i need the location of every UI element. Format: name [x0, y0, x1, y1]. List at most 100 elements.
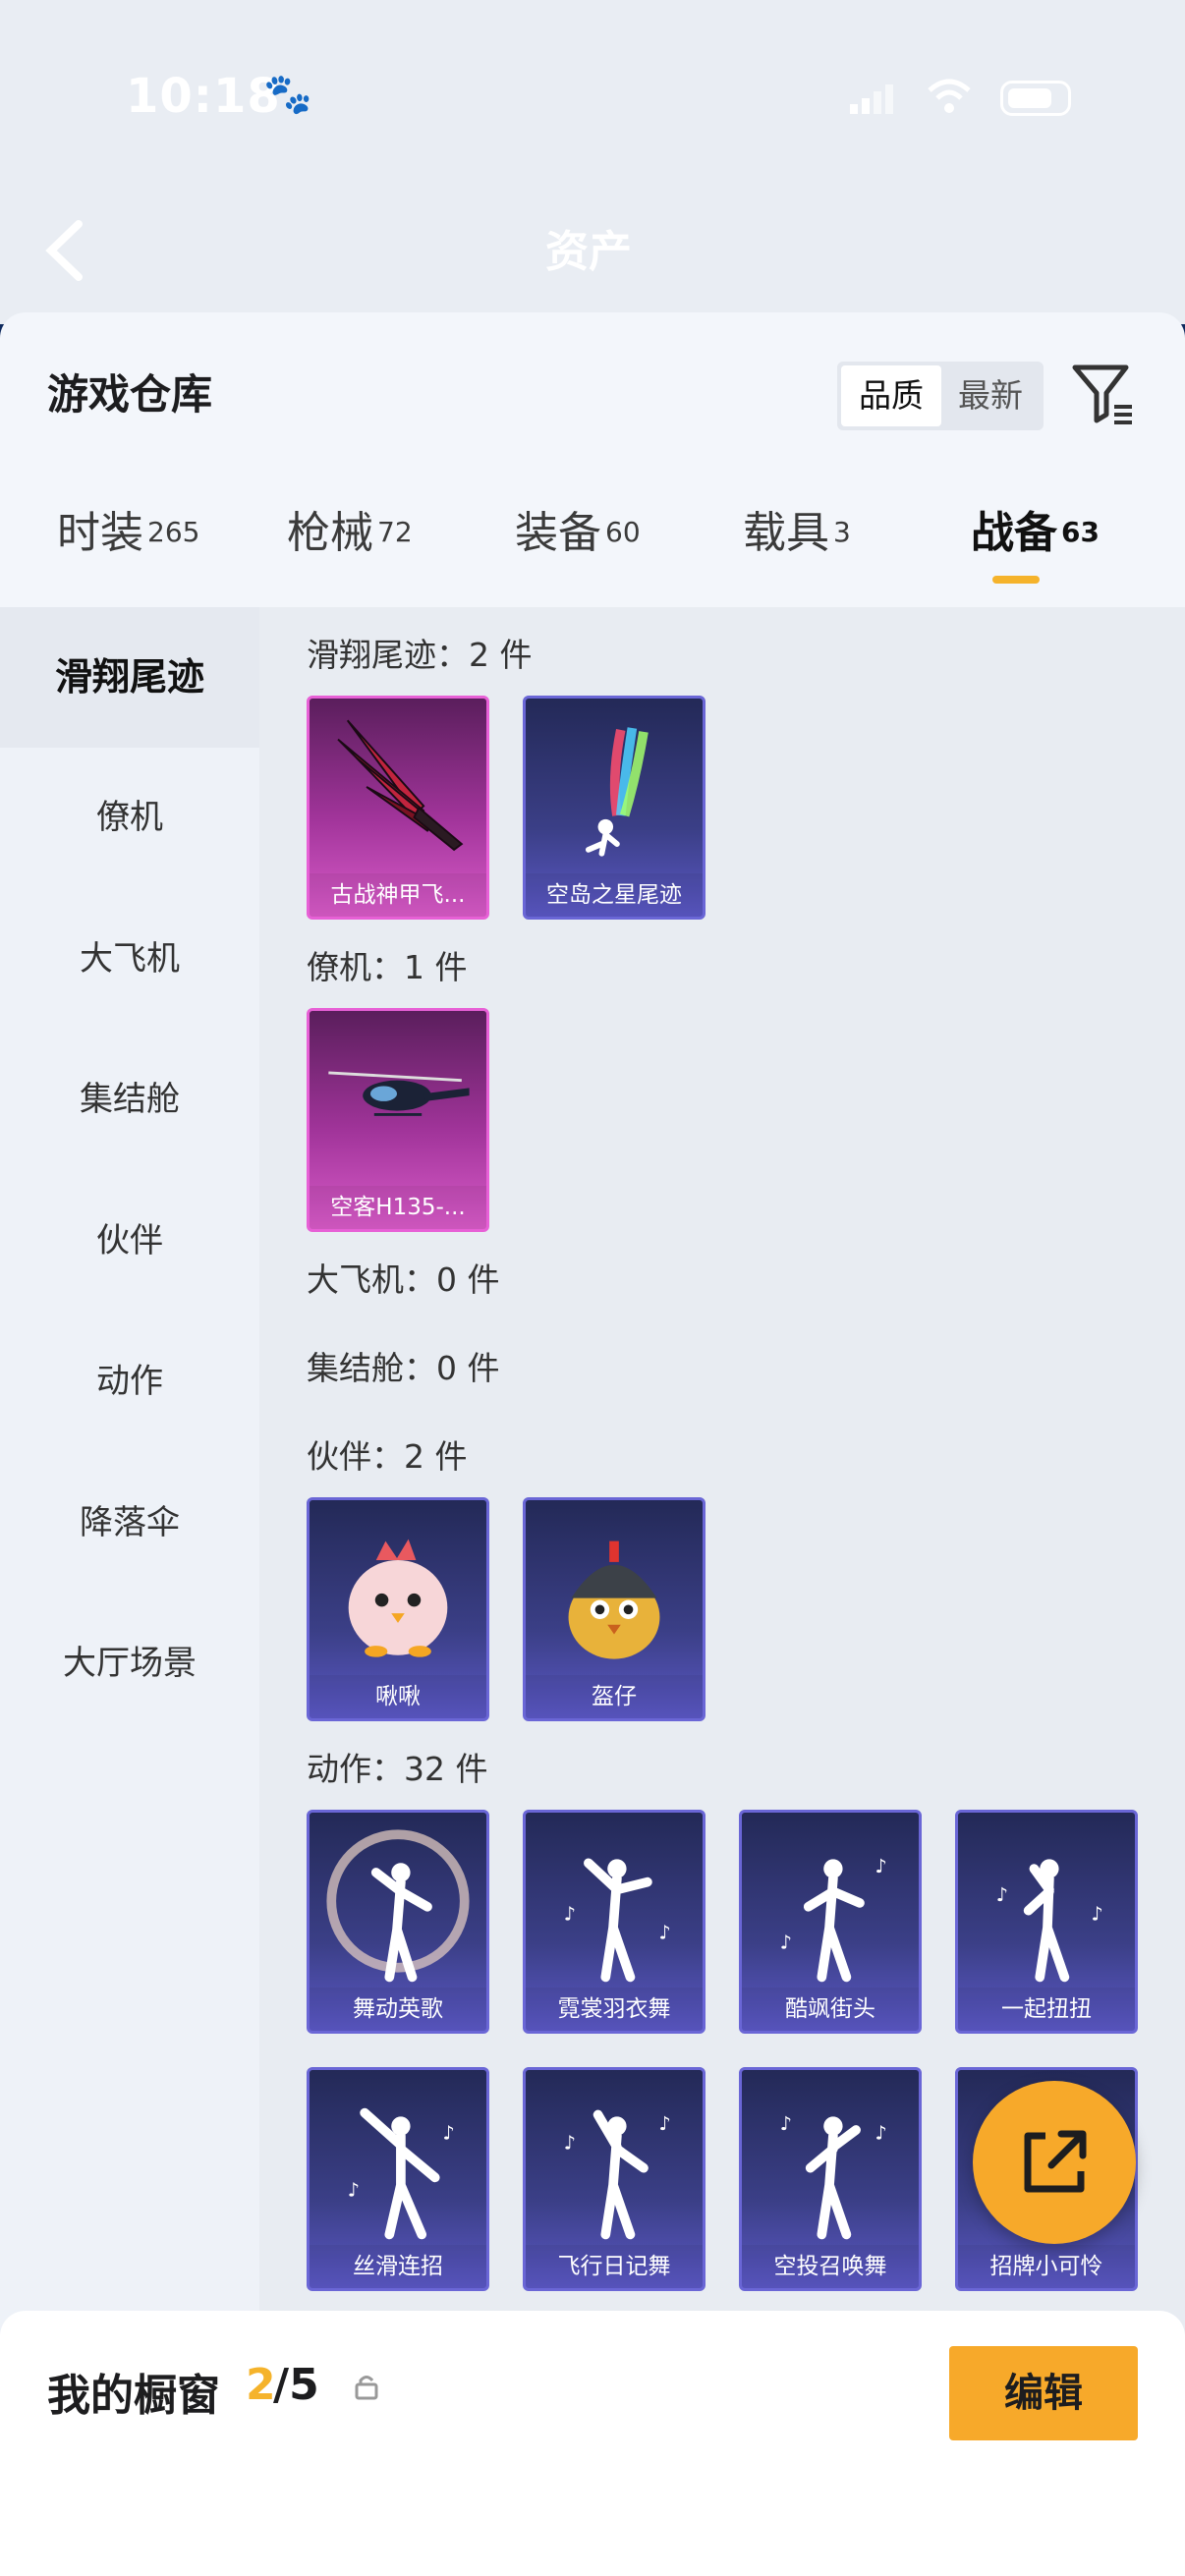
- item-name: 空岛之星尾迹: [526, 873, 703, 917]
- sort-toggle: 品质 最新: [837, 362, 1044, 430]
- item-card[interactable]: 古战神甲飞...: [307, 696, 489, 920]
- wing-trail-icon: [337, 719, 464, 852]
- sidebar-item-partner[interactable]: 伙伴: [0, 1171, 259, 1312]
- dance-icon: ♪ ♪: [348, 2107, 455, 2240]
- tab-count: 72: [377, 515, 413, 548]
- tab-fashion[interactable]: 时装 265: [57, 497, 199, 605]
- dance-icon: ♪ ♪: [564, 1858, 671, 1983]
- page-title: 游戏仓库: [47, 370, 213, 419]
- tab-label: 装备: [515, 508, 601, 558]
- item-card[interactable]: 空客H135-...: [307, 1008, 489, 1232]
- showcase-bar: 我的橱窗 2 /5 编辑: [0, 2311, 1185, 2576]
- item-card[interactable]: ♪ ♪ 空投召唤舞: [739, 2067, 922, 2291]
- battery-icon: [1000, 81, 1071, 116]
- item-name: 古战神甲飞...: [310, 873, 486, 917]
- item-name: 舞动英歌: [310, 1988, 486, 2031]
- svg-text:♪: ♪: [564, 2131, 576, 2154]
- tab-label: 载具: [743, 508, 829, 558]
- svg-text:♪: ♪: [658, 2112, 670, 2135]
- edit-button[interactable]: 编辑: [949, 2346, 1138, 2440]
- svg-text:♪: ♪: [658, 1922, 670, 1944]
- item-name: 招牌小可怜: [958, 2245, 1135, 2288]
- svg-text:♪: ♪: [442, 2122, 454, 2145]
- showcase-label: 我的橱窗: [47, 2371, 220, 2421]
- helicopter-icon: [328, 1071, 470, 1116]
- status-time: 10:18: [126, 69, 281, 124]
- share-icon: [1024, 2130, 1087, 2193]
- sidebar-item-glide-trail[interactable]: 滑翔尾迹: [0, 607, 259, 748]
- sidebar-item-emote[interactable]: 动作: [0, 1312, 259, 1452]
- sort-by-quality-button[interactable]: 品质: [841, 365, 941, 426]
- svg-text:♪: ♪: [996, 1883, 1008, 1906]
- item-card[interactable]: ♪ ♪ 酷飒街头: [739, 1810, 922, 2034]
- item-name: 酷飒街头: [742, 1988, 919, 2031]
- section-label: 伙伴：2 件: [307, 1437, 468, 1476]
- share-fab-button[interactable]: [973, 2081, 1136, 2244]
- tab-count: 60: [605, 515, 641, 548]
- signal-icon: [850, 84, 893, 114]
- sort-by-newest-button[interactable]: 最新: [941, 365, 1040, 426]
- section-label: 滑翔尾迹：2 件: [307, 636, 533, 674]
- item-name: 空客H135-...: [310, 1186, 486, 1229]
- tab-vehicles[interactable]: 载具 3: [743, 497, 851, 605]
- tab-label: 战备: [971, 508, 1057, 558]
- svg-text:♪: ♪: [780, 2112, 792, 2135]
- item-name: 一起扭扭: [958, 1988, 1135, 2031]
- dance-icon: ♪ ♪: [564, 2109, 671, 2240]
- sidebar-item-parachute[interactable]: 降落伞: [0, 1453, 259, 1594]
- dance-icon: ♪ ♪: [780, 1855, 887, 1983]
- helmet-chick-icon: [568, 1540, 660, 1659]
- item-card[interactable]: ♪ ♪ 一起扭扭: [955, 1810, 1138, 2034]
- app-top-area: 10:18 🐾 资产: [0, 0, 1185, 324]
- nav-title: 资产: [545, 227, 632, 277]
- section-label: 大飞机：0 件: [307, 1260, 500, 1299]
- sidebar-item-assembly-pod[interactable]: 集结舱: [0, 1030, 259, 1170]
- lock-icon: [355, 2376, 378, 2400]
- tab-label: 枪械: [287, 508, 373, 558]
- tab-guns[interactable]: 枪械 72: [287, 497, 413, 605]
- category-tabs: 时装 265 枪械 72 装备 60 载具 3 战备 63: [0, 497, 1185, 605]
- showcase-max-count: /5: [273, 2360, 319, 2410]
- item-card[interactable]: ♪ ♪ 飞行日记舞: [523, 2067, 705, 2291]
- section-label: 僚机：1 件: [307, 948, 468, 986]
- star-trail-icon: [585, 727, 649, 857]
- item-card[interactable]: ♪ ♪ 丝滑连招: [307, 2067, 489, 2291]
- item-name: 啾啾: [310, 1675, 486, 1718]
- dance-icon: ♪ ♪: [780, 2112, 887, 2240]
- item-card[interactable]: 盔仔: [523, 1497, 705, 1721]
- chevron-left-icon: [45, 220, 83, 281]
- filter-icon: [1072, 364, 1132, 424]
- sidebar-item-wingman[interactable]: 僚机: [0, 748, 259, 888]
- svg-text:♪: ♪: [1091, 1902, 1102, 1925]
- filter-button[interactable]: [1071, 360, 1136, 430]
- svg-text:♪: ♪: [780, 1931, 792, 1953]
- tab-label: 时装: [57, 508, 143, 558]
- item-name: 霓裳羽衣舞: [526, 1988, 703, 2031]
- tab-count: 3: [833, 515, 851, 548]
- item-name: 飞行日记舞: [526, 2245, 703, 2288]
- sidebar-item-lobby-scene[interactable]: 大厅场景: [0, 1594, 259, 1734]
- dance-icon: [326, 1829, 470, 1983]
- item-name: 盔仔: [526, 1675, 703, 1718]
- tab-equipment[interactable]: 装备 60: [515, 497, 641, 605]
- item-card[interactable]: 啾啾: [307, 1497, 489, 1721]
- back-button[interactable]: [39, 216, 98, 285]
- paw-icon: 🐾: [263, 72, 312, 117]
- items-content: 滑翔尾迹：2 件 古战神甲飞... 空岛之星尾迹 僚机：1 件 空客H135-.…: [259, 607, 1185, 2576]
- item-name: 丝滑连招: [310, 2245, 486, 2288]
- svg-text:♪: ♪: [875, 1855, 886, 1877]
- tab-count: 265: [147, 515, 200, 548]
- item-card[interactable]: ♪ ♪ 霓裳羽衣舞: [523, 1810, 705, 2034]
- section-label: 集结舱：0 件: [307, 1349, 500, 1387]
- category-sidebar: 滑翔尾迹 僚机 大飞机 集结舱 伙伴 动作 降落伞 大厅场景: [0, 607, 259, 2576]
- item-card[interactable]: 空岛之星尾迹: [523, 696, 705, 920]
- item-name: 空投召唤舞: [742, 2245, 919, 2288]
- chick-icon: [348, 1539, 448, 1657]
- showcase-current-count: 2: [246, 2360, 276, 2410]
- section-label: 动作：32 件: [307, 1750, 488, 1788]
- wifi-icon: [928, 79, 971, 113]
- svg-text:♪: ♪: [348, 2179, 360, 2202]
- tab-battle-prep[interactable]: 战备 63: [971, 497, 1100, 605]
- item-card[interactable]: 舞动英歌: [307, 1810, 489, 2034]
- sidebar-item-big-plane[interactable]: 大飞机: [0, 889, 259, 1030]
